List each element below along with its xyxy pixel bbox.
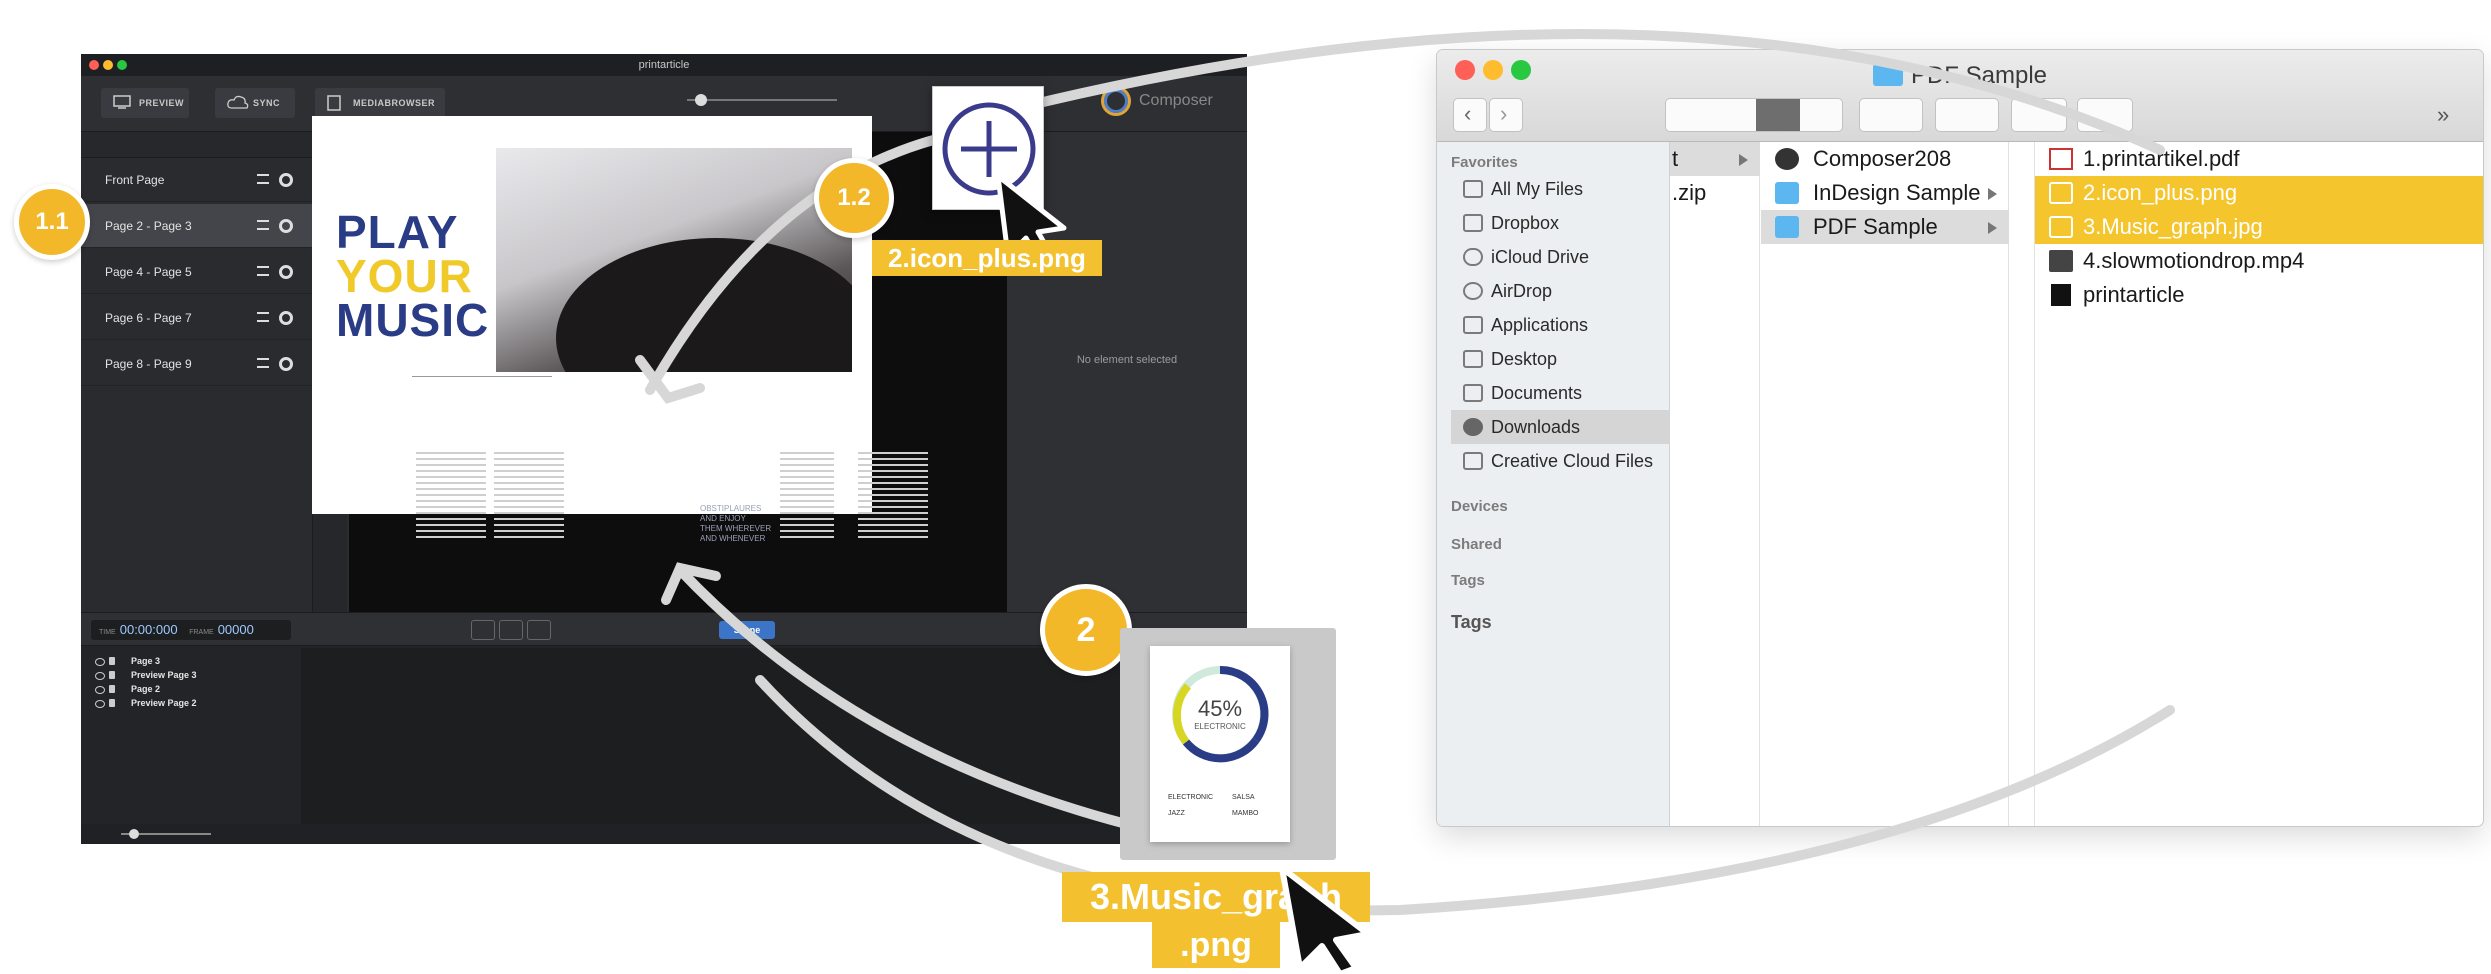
tag-music-graph-line2: .png xyxy=(1152,922,1280,968)
graph-label: ELECTRONIC xyxy=(1194,722,1246,731)
legend-jazz: JAZZ xyxy=(1168,810,1185,817)
step-badge-2: 2 xyxy=(1040,584,1132,676)
step-badge-1-2: 1.2 xyxy=(814,158,894,238)
legend-electronic: ELECTRONIC xyxy=(1168,794,1214,801)
cursor-arrow-icon xyxy=(1279,865,1371,974)
legend-mambo: MAMBO xyxy=(1232,810,1259,817)
graph-percent: 45% xyxy=(1197,696,1243,721)
legend-salsa: SALSA xyxy=(1232,794,1255,801)
drag-arc-bottom xyxy=(755,675,2175,916)
tag-icon-plus: 2.icon_plus.png xyxy=(872,240,1102,276)
step-badge-1-1: 1.1 xyxy=(14,184,90,260)
drag-arc-top xyxy=(1005,28,2165,155)
music-graph-preview: 45% ELECTRONIC ELECTRONIC SALSA JAZZ MAM… xyxy=(1150,646,1290,842)
